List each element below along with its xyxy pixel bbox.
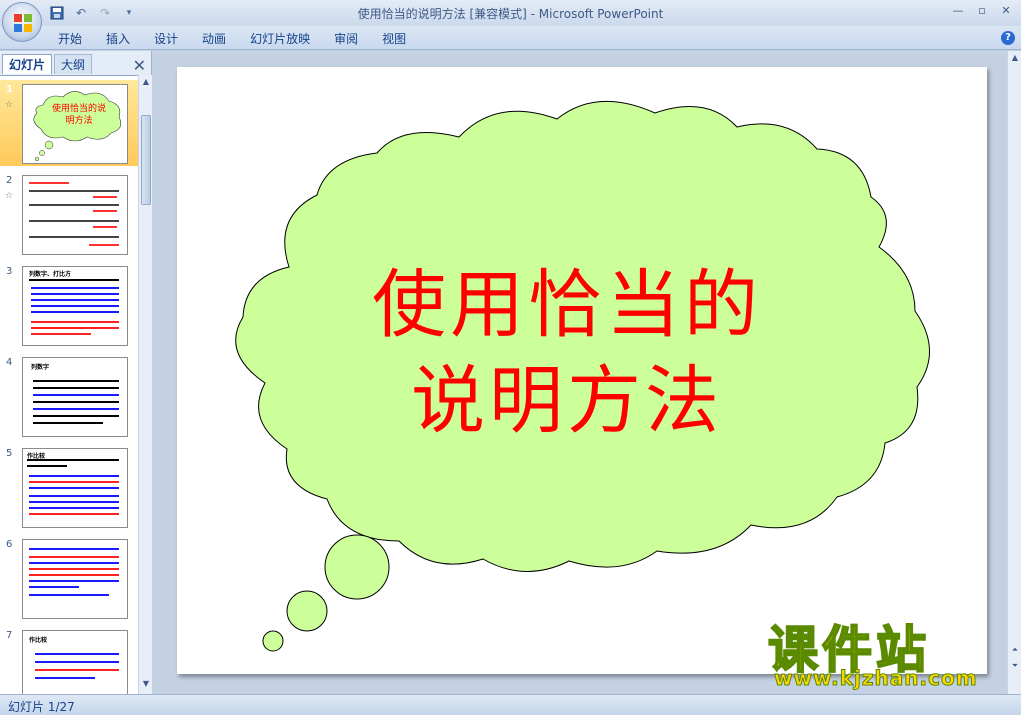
panel-scrollbar[interactable]: ▲ ▼: [138, 75, 152, 694]
thumbnail-number: 5: [6, 448, 13, 459]
scroll-up-icon[interactable]: ▲: [141, 77, 151, 87]
thumbnail-title: 作比较: [29, 637, 48, 644]
tab-home[interactable]: 开始: [46, 30, 94, 48]
tab-slides[interactable]: 幻灯片: [2, 54, 53, 74]
thumbnail-title: 使用恰当的说明方法: [51, 104, 106, 126]
title-bar: ↶ ↷ ▾ 使用恰当的说明方法 [兼容模式] - Microsoft Power…: [0, 0, 1021, 26]
slide-thumbnail-6[interactable]: 6: [0, 535, 138, 621]
thumbnail-preview: 作比较: [22, 630, 128, 694]
thumbnail-list[interactable]: 1 ☆ 使用恰当的说明方法 2 ☆ 3 列数字、打比方 4 列数字 5 作比较 …: [0, 75, 138, 694]
thumbnail-preview: 作比较: [22, 448, 128, 528]
tab-animation[interactable]: 动画: [190, 30, 238, 48]
maximize-icon[interactable]: ▫: [971, 2, 993, 18]
slide-thumbnail-3[interactable]: 3 列数字、打比方: [0, 262, 138, 348]
watermark-logo: 课件站 www.kjzhan.com: [767, 610, 1004, 692]
office-button[interactable]: [2, 2, 42, 42]
tab-review[interactable]: 审阅: [322, 30, 370, 48]
thumbnail-number: 1: [6, 84, 13, 95]
watermark-url: www.kjzhan.com: [774, 666, 978, 691]
minimize-icon[interactable]: —: [947, 2, 969, 18]
thumbnail-preview: 列数字: [22, 357, 128, 437]
panel-tabs: 幻灯片 大纲 ✕: [0, 54, 152, 75]
slide-thumbnail-1[interactable]: 1 ☆ 使用恰当的说明方法: [0, 80, 138, 166]
next-slide-icon[interactable]: ⏷: [1010, 661, 1020, 671]
office-logo-icon: [14, 14, 32, 32]
slide-thumbnail-4[interactable]: 4 列数字: [0, 353, 138, 439]
tab-outline[interactable]: 大纲: [54, 54, 93, 74]
canvas-scrollbar[interactable]: ▲ ⏶ ⏷: [1007, 51, 1021, 694]
slides-panel: 幻灯片 大纲 ✕ 1 ☆ 使用恰当的说明方法 2 ☆ 3 列数字、打比方 4 列…: [0, 51, 152, 694]
window-title: 使用恰当的说明方法 [兼容模式] - Microsoft PowerPoint: [357, 7, 664, 21]
help-icon[interactable]: ?: [1001, 31, 1015, 45]
transition-icon: ☆: [5, 191, 14, 201]
slide-canvas: 使用恰当的 说明方法: [153, 51, 1007, 694]
thumbnail-number: 6: [6, 539, 13, 550]
slide-thumbnail-2[interactable]: 2 ☆: [0, 171, 138, 257]
thumbnail-number: 2: [6, 175, 13, 186]
previous-slide-icon[interactable]: ⏶: [1010, 645, 1020, 655]
status-bar: 幻灯片 1/27: [0, 694, 1021, 715]
tab-view[interactable]: 视图: [370, 30, 418, 48]
thumbnail-preview: 列数字、打比方: [22, 266, 128, 346]
scroll-thumb[interactable]: [141, 115, 151, 205]
close-icon[interactable]: ✕: [995, 2, 1017, 18]
title-line-1: 使用恰当的: [372, 262, 762, 348]
thumbnail-title: 列数字: [31, 364, 50, 371]
thumbnail-preview: [22, 539, 128, 619]
thumbnail-title: 列数字、打比方: [29, 271, 72, 278]
slide-title[interactable]: 使用恰当的 说明方法: [287, 257, 847, 449]
thumbnail-preview: 使用恰当的说明方法: [22, 84, 128, 164]
close-panel-icon[interactable]: ✕: [133, 56, 146, 75]
slide-indicator: 幻灯片 1/27: [8, 700, 75, 714]
slide[interactable]: 使用恰当的 说明方法: [177, 67, 987, 674]
slide-thumbnail-7[interactable]: 7 作比较: [0, 626, 138, 694]
thumbnail-number: 3: [6, 266, 13, 277]
ribbon: 开始 插入 设计 动画 幻灯片放映 审阅 视图 ?: [0, 26, 1021, 50]
thumbnail-number: 4: [6, 357, 13, 368]
slide-thumbnail-5[interactable]: 5 作比较: [0, 444, 138, 530]
tab-design[interactable]: 设计: [142, 30, 190, 48]
scroll-down-icon[interactable]: ▼: [141, 679, 151, 689]
ribbon-tabs: 开始 插入 设计 动画 幻灯片放映 审阅 视图: [46, 30, 418, 48]
thumbnail-number: 7: [6, 630, 13, 641]
tab-slideshow[interactable]: 幻灯片放映: [238, 30, 322, 48]
scroll-up-icon[interactable]: ▲: [1010, 53, 1020, 63]
window-controls: — ▫ ✕: [947, 2, 1017, 18]
transition-icon: ☆: [5, 100, 14, 110]
tab-insert[interactable]: 插入: [94, 30, 142, 48]
title-line-2: 说明方法: [411, 358, 723, 444]
thumbnail-preview: [22, 175, 128, 255]
